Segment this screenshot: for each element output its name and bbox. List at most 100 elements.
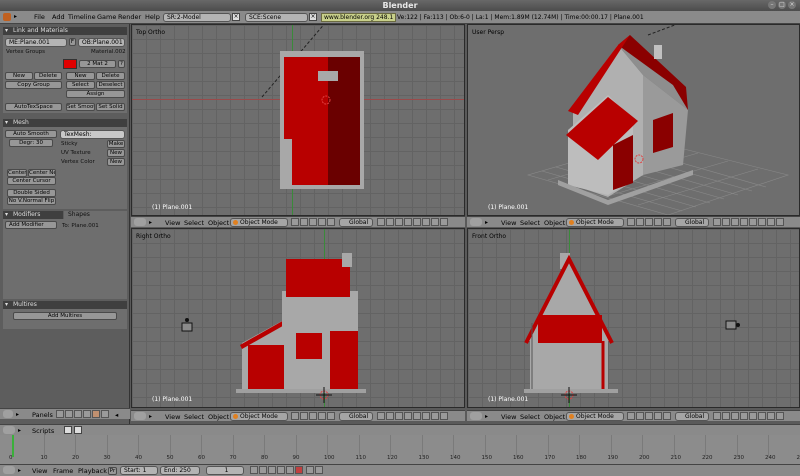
timeline-view-menu[interactable]: View bbox=[32, 467, 47, 475]
collapse-header-icon[interactable]: ▸ bbox=[149, 219, 152, 226]
draw-type-icon[interactable] bbox=[291, 218, 299, 226]
menu-file[interactable]: File bbox=[34, 13, 45, 21]
pivot-icon[interactable] bbox=[636, 218, 644, 226]
viewport-right-ortho[interactable]: Right Ortho (1) Plane.001 bbox=[131, 228, 465, 408]
select-menu[interactable]: Select bbox=[520, 219, 540, 227]
object-menu[interactable]: Object bbox=[544, 219, 565, 227]
menu-render[interactable]: Render bbox=[118, 13, 141, 21]
layer-5-icon[interactable] bbox=[749, 412, 757, 420]
draw-type-icon[interactable] bbox=[627, 412, 635, 420]
view-menu[interactable]: View bbox=[501, 413, 516, 421]
mode-dropdown[interactable]: Object Mode bbox=[230, 412, 288, 421]
orientation-dropdown[interactable]: Global bbox=[675, 218, 709, 227]
draw-type-icon[interactable] bbox=[291, 412, 299, 420]
view-menu[interactable]: View bbox=[165, 219, 180, 227]
copy-group-button[interactable]: Copy Group bbox=[5, 81, 62, 89]
collapse-header-icon[interactable]: ▸ bbox=[16, 411, 24, 419]
object-menu[interactable]: Object bbox=[208, 413, 229, 421]
jump-end-icon[interactable] bbox=[286, 466, 294, 474]
manipulator-icon[interactable] bbox=[309, 412, 317, 420]
modifiers-tab[interactable]: Modifiers bbox=[3, 211, 63, 219]
rotate-icon[interactable] bbox=[327, 218, 335, 226]
view-menu[interactable]: View bbox=[501, 219, 516, 227]
screen-delete-icon[interactable]: × bbox=[232, 13, 240, 21]
layer-4-icon[interactable] bbox=[404, 218, 412, 226]
frame-counter-icon[interactable]: ◂ bbox=[115, 411, 118, 419]
script-icon[interactable] bbox=[64, 426, 72, 434]
minimize-icon[interactable]: – bbox=[768, 1, 776, 9]
logic-context-icon[interactable] bbox=[56, 410, 64, 418]
collapse-header-icon[interactable]: ▸ bbox=[18, 467, 21, 474]
object-context-icon[interactable] bbox=[83, 410, 91, 418]
close-icon[interactable]: × bbox=[788, 1, 796, 9]
vgroup-delete-button[interactable]: Delete bbox=[34, 72, 62, 80]
pivot-icon[interactable] bbox=[636, 412, 644, 420]
set-smooth-button[interactable]: Set Smooth bbox=[66, 103, 95, 111]
select-menu[interactable]: Select bbox=[184, 413, 204, 421]
preview-range-toggle[interactable]: Pr bbox=[108, 467, 117, 475]
material-assign-button[interactable]: Assign bbox=[66, 90, 125, 98]
shapes-tab[interactable]: Shapes bbox=[64, 211, 127, 219]
object-datablock-field[interactable]: OB:Plane.001 bbox=[78, 38, 125, 47]
mode-dropdown[interactable]: Object Mode bbox=[566, 412, 624, 421]
play-icon[interactable] bbox=[268, 466, 276, 474]
material-select-button[interactable]: Select bbox=[66, 81, 95, 89]
multires-panel-header[interactable]: Multires bbox=[3, 301, 127, 309]
layer-8-icon[interactable] bbox=[440, 218, 448, 226]
translate-icon[interactable] bbox=[318, 412, 326, 420]
layer-7-icon[interactable] bbox=[767, 412, 775, 420]
material-delete-button[interactable]: Delete bbox=[96, 72, 125, 80]
sticky-make-button[interactable]: Make bbox=[107, 140, 125, 148]
layer-8-icon[interactable] bbox=[776, 218, 784, 226]
layer-3-icon[interactable] bbox=[395, 218, 403, 226]
menu-help[interactable]: Help bbox=[145, 13, 160, 21]
auto-smooth-toggle[interactable]: Auto Smooth bbox=[5, 130, 57, 138]
add-modifier-dropdown[interactable]: Add Modifier bbox=[5, 221, 57, 229]
script-context-icon[interactable] bbox=[65, 410, 73, 418]
layer-5-icon[interactable] bbox=[413, 218, 421, 226]
viewport-top-ortho[interactable]: Top Ortho (1) Plane.001 bbox=[131, 24, 465, 216]
center-new-button[interactable]: Center New bbox=[28, 169, 56, 177]
layer-2-icon[interactable] bbox=[386, 218, 394, 226]
manipulator-icon[interactable] bbox=[645, 412, 653, 420]
mode-dropdown[interactable]: Object Mode bbox=[230, 218, 288, 227]
layer-8-icon[interactable] bbox=[440, 412, 448, 420]
collapse-header-icon[interactable]: ▸ bbox=[485, 219, 488, 226]
editor-type-icon[interactable] bbox=[3, 426, 15, 434]
keying-set-icon[interactable] bbox=[315, 466, 323, 474]
timeline-frame-menu[interactable]: Frame bbox=[53, 467, 73, 475]
layer-6-icon[interactable] bbox=[758, 218, 766, 226]
link-materials-panel-header[interactable]: Link and Materials bbox=[3, 27, 127, 35]
end-frame-field[interactable]: End: 250 bbox=[160, 466, 200, 475]
autotexspace-button[interactable]: AutoTexSpace bbox=[5, 103, 62, 111]
mesh-panel-header[interactable]: Mesh bbox=[3, 119, 127, 127]
view-menu[interactable]: View bbox=[165, 413, 180, 421]
blender-logo-icon[interactable] bbox=[3, 13, 11, 21]
vgroup-new-button[interactable]: New bbox=[5, 72, 33, 80]
uv-texture-new-button[interactable]: New bbox=[107, 149, 125, 157]
pivot-icon[interactable] bbox=[300, 412, 308, 420]
scene-context-icon[interactable] bbox=[101, 410, 109, 418]
collapse-header-icon[interactable]: ▸ bbox=[149, 413, 152, 420]
material-index-field[interactable]: 2 Mat 2 bbox=[79, 60, 116, 68]
layer-3-icon[interactable] bbox=[731, 412, 739, 420]
object-menu[interactable]: Object bbox=[208, 219, 229, 227]
layer-2-icon[interactable] bbox=[722, 412, 730, 420]
material-browse-icon[interactable]: ? bbox=[118, 60, 125, 68]
layer-1-icon[interactable] bbox=[713, 412, 721, 420]
orientation-dropdown[interactable]: Global bbox=[339, 218, 373, 227]
layer-8-icon[interactable] bbox=[776, 412, 784, 420]
layer-3-icon[interactable] bbox=[395, 412, 403, 420]
layer-2-icon[interactable] bbox=[386, 412, 394, 420]
jump-start-icon[interactable] bbox=[250, 466, 258, 474]
viewport-user-persp[interactable]: User Persp (1) Plane.001 bbox=[467, 24, 800, 216]
collapse-menu-icon[interactable]: ▸ bbox=[14, 13, 24, 21]
texmesh-field[interactable]: TexMesh: bbox=[60, 130, 125, 139]
object-menu[interactable]: Object bbox=[544, 413, 565, 421]
mesh-datablock-field[interactable]: ME:Plane.001 bbox=[5, 38, 67, 47]
center-cursor-button[interactable]: Center Cursor bbox=[7, 177, 56, 185]
editor-type-icon[interactable] bbox=[3, 466, 15, 474]
editor-type-icon[interactable] bbox=[134, 412, 146, 420]
current-frame-field[interactable]: 1 bbox=[206, 466, 244, 475]
layer-6-icon[interactable] bbox=[422, 412, 430, 420]
